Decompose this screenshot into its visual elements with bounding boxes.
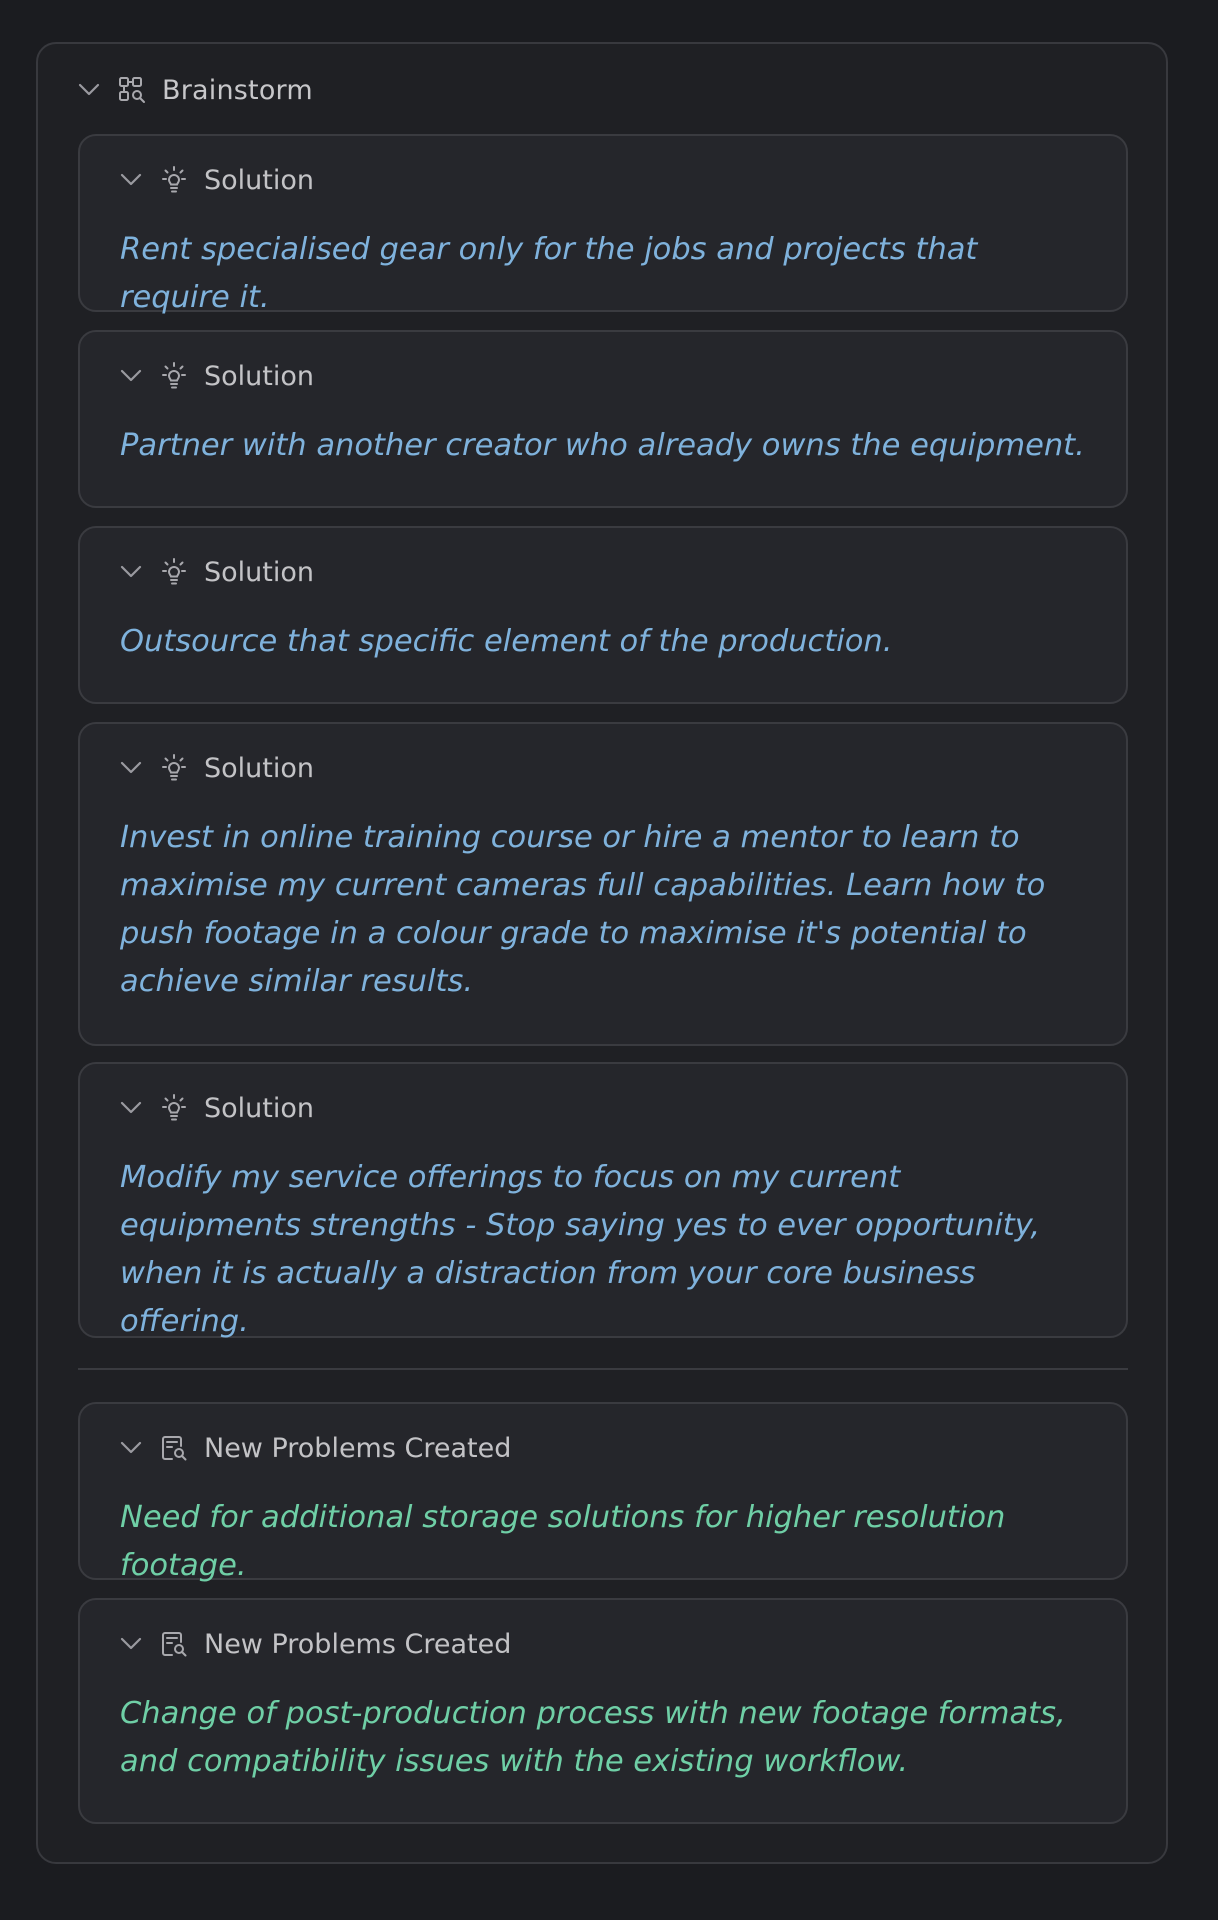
chevron-down-icon[interactable] (120, 1097, 142, 1119)
solution-header[interactable]: Solution (120, 750, 314, 786)
solution-label: Solution (204, 360, 314, 392)
brainstorm-header[interactable]: Brainstorm (78, 72, 313, 108)
chevron-down-icon[interactable] (120, 365, 142, 387)
solution-text: Outsource that specific element of the p… (120, 624, 893, 659)
lightbulb-icon (160, 166, 188, 194)
new-problem-card: New Problems Created Need for additional… (78, 1402, 1128, 1583)
solution-card: Solution Partner with another creator wh… (78, 330, 1128, 508)
lightbulb-icon (160, 558, 188, 586)
new-problem-label: New Problems Created (204, 1432, 512, 1464)
solution-label: Solution (204, 1092, 314, 1124)
solution-label: Solution (204, 556, 314, 588)
chevron-down-icon[interactable] (120, 169, 142, 191)
solution-text: Rent specialised gear only for the jobs … (120, 232, 978, 315)
solution-text: Invest in online training course or hire… (120, 820, 1046, 999)
new-problem-card: New Problems Created Change of post-prod… (78, 1598, 1128, 1824)
new-problem-header[interactable]: New Problems Created (120, 1430, 511, 1466)
solution-text: Modify my service offerings to focus on … (120, 1160, 1041, 1339)
chevron-down-icon[interactable] (120, 1437, 142, 1459)
solution-header[interactable]: Solution (120, 358, 314, 394)
solution-card: Solution Outsource that specific element… (78, 526, 1128, 704)
document-search-icon (160, 1630, 188, 1658)
chevron-down-icon[interactable] (120, 1633, 142, 1655)
new-problem-header[interactable]: New Problems Created (120, 1626, 511, 1662)
chevron-down-icon[interactable] (78, 79, 100, 101)
solution-header[interactable]: Solution (120, 162, 314, 198)
brainstorm-title: Brainstorm (162, 74, 313, 106)
solution-header[interactable]: Solution (120, 1090, 314, 1126)
chevron-down-icon[interactable] (120, 561, 142, 583)
solution-label: Solution (204, 752, 314, 784)
lightbulb-icon (160, 1094, 188, 1122)
solution-label: Solution (204, 164, 314, 196)
new-problem-text: Need for additional storage solutions fo… (120, 1500, 1006, 1583)
chevron-down-icon[interactable] (120, 757, 142, 779)
solution-card: Solution Rent specialised gear only for … (78, 134, 1128, 315)
document-search-icon (160, 1434, 188, 1462)
lightbulb-icon (160, 362, 188, 390)
brainstorm-panel: Brainstorm Solution Rent specialised gea… (36, 42, 1168, 1864)
section-divider (78, 1368, 1128, 1370)
solution-header[interactable]: Solution (120, 554, 314, 590)
lightbulb-icon (160, 754, 188, 782)
mind-map-icon (118, 76, 146, 104)
new-problem-label: New Problems Created (204, 1628, 512, 1660)
solution-card: Solution Modify my service offerings to … (78, 1062, 1128, 1339)
solution-text: Partner with another creator who already… (120, 428, 1085, 463)
new-problem-text: Change of post-production process with n… (120, 1696, 1066, 1779)
solution-card: Solution Invest in online training cours… (78, 722, 1128, 1046)
